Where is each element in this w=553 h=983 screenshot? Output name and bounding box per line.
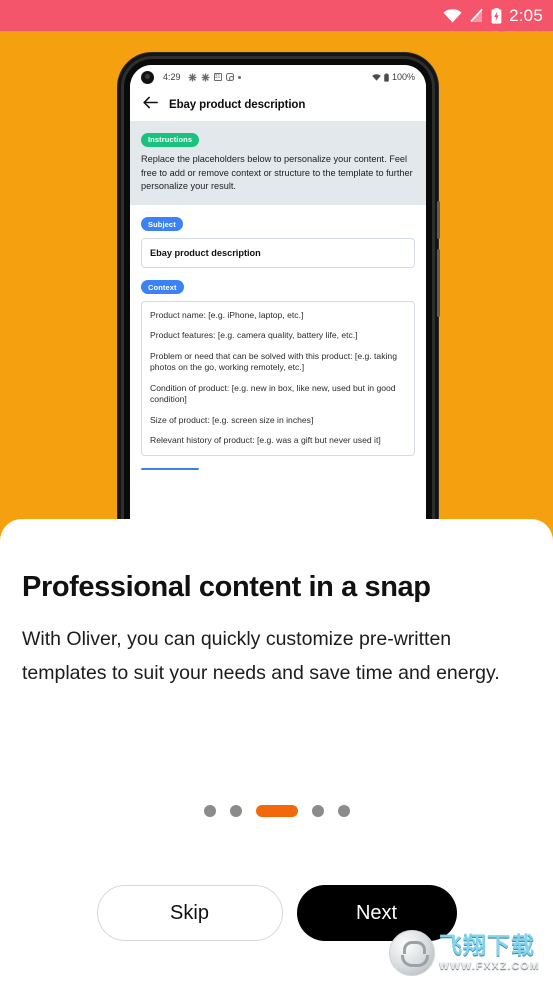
phone-mockup: 4:29 31 100% Ebay product description In… xyxy=(118,53,440,533)
signal-off-icon xyxy=(469,8,484,23)
instructions-chip: Instructions xyxy=(141,132,200,147)
context-line: Relevant history of product: [e.g. was a… xyxy=(150,435,381,445)
phone-notification-icons: 31 xyxy=(188,73,241,82)
pagination-dot-2[interactable] xyxy=(229,805,242,817)
pagination-dot-4[interactable] xyxy=(311,805,324,817)
subject-section: Subject Ebay product description xyxy=(130,204,426,268)
asterisk-icon xyxy=(188,73,196,81)
wifi-icon xyxy=(443,8,462,23)
phone-status-right: 100% xyxy=(372,72,415,82)
device-status-bar: 2:05 xyxy=(0,0,553,31)
watermark-logo-icon xyxy=(389,930,435,976)
context-chip: Context xyxy=(141,280,184,294)
watermark-brand: 飞翔下载 xyxy=(439,932,535,959)
subject-input[interactable]: Ebay product description xyxy=(141,237,415,268)
context-line: Product features: [e.g. camera quality, … xyxy=(150,330,358,340)
watermark-text: 飞翔下载 WWW.FXXZ.COM xyxy=(439,934,540,972)
status-bar-time: 2:05 xyxy=(509,5,543,25)
app-screen: 2:05 4:29 31 100% Ebay product descripti… xyxy=(0,0,553,983)
battery-icon xyxy=(384,72,389,82)
pagination-dot-5[interactable] xyxy=(337,805,350,817)
instructions-text: Replace the placeholders below to person… xyxy=(141,154,413,191)
context-input[interactable]: Product name: [e.g. iPhone, laptop, etc.… xyxy=(141,300,415,456)
phone-volume-button xyxy=(437,201,440,239)
calendar-icon: 31 xyxy=(213,73,222,81)
context-line: Problem or need that can be solved with … xyxy=(150,350,397,373)
phone-time: 4:29 xyxy=(163,72,181,82)
context-line: Product name: [e.g. iPhone, laptop, etc.… xyxy=(150,309,304,320)
skip-button[interactable]: Skip xyxy=(96,885,283,941)
phone-screen: 4:29 31 100% Ebay product description In… xyxy=(130,65,426,533)
battery-charging-icon xyxy=(491,7,502,24)
pagination-dot-1[interactable] xyxy=(203,805,216,817)
phone-app-title: Ebay product description xyxy=(169,99,306,111)
watermark: 飞翔下载 WWW.FXXZ.COM xyxy=(385,923,553,983)
phone-status-bar: 4:29 31 100% xyxy=(130,65,426,89)
subject-chip: Subject xyxy=(141,217,183,231)
context-line: Size of product: [e.g. screen size in in… xyxy=(150,414,314,425)
pagination-dots xyxy=(0,805,553,817)
phone-app-bar: Ebay product description xyxy=(130,89,426,121)
page-description: With Oliver, you can quickly customize p… xyxy=(22,628,500,684)
context-section: Context Product name: [e.g. iPhone, lapt… xyxy=(130,267,426,456)
pagination-dot-3-active[interactable] xyxy=(255,805,298,817)
page-title: Professional content in a snap xyxy=(22,571,431,603)
asterisk-icon xyxy=(201,73,209,81)
context-line: Condition of product: [e.g. new in box, … xyxy=(150,382,396,405)
battery-percent: 100% xyxy=(391,72,415,82)
instructions-section: Instructions Replace the placeholders be… xyxy=(130,121,426,205)
context-action-underline xyxy=(141,467,199,470)
phone-power-button xyxy=(437,249,440,317)
wifi-icon xyxy=(372,73,381,81)
onboarding-sheet: Professional content in a snap With Oliv… xyxy=(0,519,553,983)
back-arrow-icon[interactable] xyxy=(143,96,158,114)
instagram-icon xyxy=(225,73,234,81)
watermark-url: WWW.FXXZ.COM xyxy=(439,960,540,973)
camera-punch-hole-icon xyxy=(141,70,154,84)
dot-icon xyxy=(237,75,241,79)
